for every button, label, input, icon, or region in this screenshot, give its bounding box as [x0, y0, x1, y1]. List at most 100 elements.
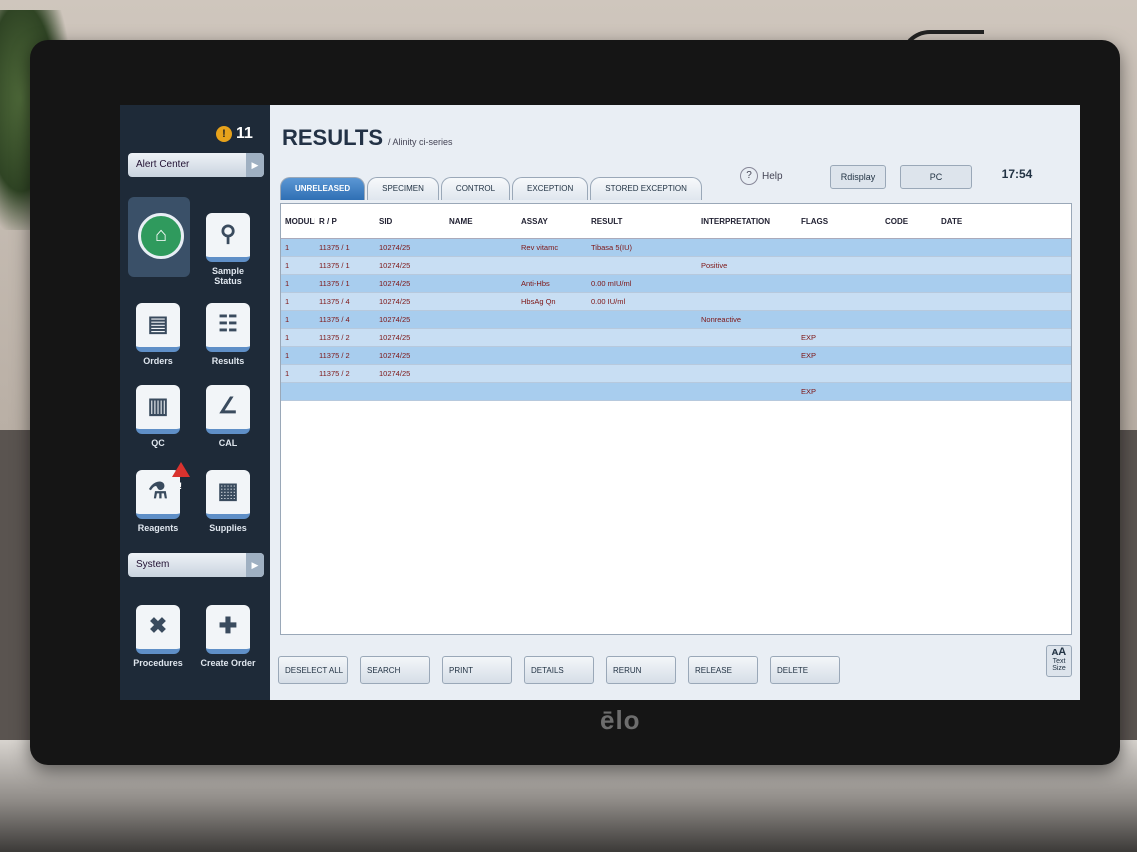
table-cell: 11375 / 2	[319, 351, 350, 360]
tab-bar: UNRELEASED SPECIMEN CONTROL EXCEPTION ST…	[280, 177, 702, 200]
supplies-button[interactable]: ▦ Supplies	[198, 470, 258, 533]
table-cell: 11375 / 2	[319, 369, 350, 378]
home-button[interactable]: ⌂	[128, 197, 190, 277]
column-header[interactable]: RESULT	[587, 217, 697, 226]
cal-button[interactable]: ∠ CAL	[198, 385, 258, 448]
table-cell: EXP	[801, 333, 817, 342]
table-row[interactable]: 1 11375 / 1 10274/25 Positive	[281, 257, 1071, 275]
table-cell: Anti-Hbs	[521, 279, 550, 288]
column-header[interactable]: DATE	[937, 217, 1051, 226]
table-row[interactable]: 1 11375 / 1 10274/25 Anti-Hbs 0.00 mIU/ml	[281, 275, 1071, 293]
help-label: Help	[762, 170, 783, 182]
table-cell: 0.00 mIU/ml	[591, 279, 632, 288]
create-order-button[interactable]: ✚ Create Order	[198, 605, 258, 668]
page-subtitle: / Alinity ci-series	[388, 137, 453, 147]
display-button[interactable]: Rdisplay	[830, 165, 886, 189]
tab-unreleased[interactable]: UNRELEASED	[280, 177, 366, 200]
procedures-button[interactable]: ✖ Procedures	[128, 605, 188, 668]
text-size-icon: ᴀA	[1051, 646, 1067, 658]
alert-indicator[interactable]: ! 11	[216, 125, 253, 143]
column-header[interactable]: ASSAY	[517, 217, 587, 226]
table-cell: 10274/25	[379, 279, 411, 288]
alert-center-button[interactable]: Alert Center ▶	[128, 153, 264, 177]
table-row[interactable]: EXP	[281, 383, 1071, 401]
table-cell: 1	[285, 369, 290, 378]
table-cell: 10274/25	[379, 297, 411, 306]
create-order-label: Create Order	[200, 658, 256, 668]
display-button-label: Rdisplay	[840, 172, 876, 182]
column-header[interactable]: INTERPRETATION	[697, 217, 797, 226]
column-header[interactable]: CODE	[881, 217, 937, 226]
details-button[interactable]: DETAILS	[524, 656, 594, 684]
results-button[interactable]: ☷ Results	[198, 303, 258, 366]
table-row[interactable]: 1 11375 / 4 10274/25 Nonreactive	[281, 311, 1071, 329]
reagents-button[interactable]: ⚗ ! Reagents	[128, 462, 190, 533]
system-label: System	[136, 559, 170, 570]
procedures-label: Procedures	[133, 658, 183, 668]
table-cell: 11375 / 1	[319, 261, 350, 270]
column-header[interactable]: R / P	[315, 217, 375, 226]
table-cell: 10274/25	[379, 315, 411, 324]
rerun-button[interactable]: RERUN	[606, 656, 676, 684]
column-header[interactable]: SID	[375, 217, 445, 226]
column-header[interactable]: NAME	[445, 217, 517, 226]
results-table: MODULE IDR / PSIDNAMEASSAYRESULTINTERPRE…	[280, 203, 1072, 635]
orders-button[interactable]: ▤ Orders	[128, 303, 188, 366]
sample-status-button[interactable]: ⚲ Sample Status	[198, 213, 258, 286]
pc-status-button[interactable]: PC	[900, 165, 972, 189]
supplies-label: Supplies	[209, 523, 247, 533]
table-row[interactable]: 1 11375 / 4 10274/25 HbsAg Qn 0.00 IU/ml	[281, 293, 1071, 311]
tab-stored-exception[interactable]: STORED EXCEPTION	[590, 177, 702, 200]
reagents-label: Reagents	[137, 523, 179, 533]
table-cell: EXP	[801, 351, 817, 360]
tab-control[interactable]: CONTROL	[440, 177, 511, 200]
alert-icon: !	[216, 126, 232, 142]
table-row[interactable]: 1 11375 / 1 10274/25 Rev vitamc Tibasa 5(IU)	[281, 239, 1071, 257]
table-row[interactable]: 1 11375 / 2 10274/25 EXP	[281, 347, 1071, 365]
system-button[interactable]: System ▶	[128, 553, 264, 577]
table-cell: 1	[285, 315, 290, 324]
table-cell: Positive	[701, 261, 728, 270]
table-cell: EXP	[801, 387, 817, 396]
clock-time: 17:54	[1001, 167, 1033, 181]
table-cell: 11375 / 2	[319, 333, 350, 342]
tab-exception[interactable]: EXCEPTION	[512, 177, 589, 200]
monitor-logo: ēlo	[600, 705, 641, 735]
column-header[interactable]: MODULE ID	[281, 217, 315, 226]
screen: ! 11 Alert Center ▶ ⌂ ⚲ Sample Status ▤ …	[120, 105, 1080, 700]
tools-icon: ✖	[136, 605, 180, 654]
results-icon: ☷	[206, 303, 250, 352]
home-icon: ⌂	[138, 213, 184, 259]
chevron-right-icon: ▶	[246, 553, 264, 577]
supplies-icon: ▦	[206, 470, 250, 519]
search-button[interactable]: SEARCH	[360, 656, 430, 684]
table-row[interactable]: 1 11375 / 2 10274/25 EXP	[281, 329, 1071, 347]
table-cell: 1	[285, 243, 290, 252]
text-size-button[interactable]: ᴀA Text Size	[1046, 645, 1072, 677]
release-button[interactable]: RELEASE	[688, 656, 758, 684]
page-title: RESULTS	[282, 125, 384, 150]
chevron-right-icon: ▶	[246, 153, 264, 177]
qc-button[interactable]: ▥ QC	[128, 385, 188, 448]
table-cell: 11375 / 1	[319, 243, 350, 252]
delete-button[interactable]: DELETE	[770, 656, 840, 684]
column-header[interactable]: FLAGS	[797, 217, 881, 226]
table-row[interactable]: 1 11375 / 2 10274/25	[281, 365, 1071, 383]
alert-center-label: Alert Center	[136, 159, 190, 170]
orders-icon: ▤	[136, 303, 180, 352]
tab-specimen[interactable]: SPECIMEN	[367, 177, 439, 200]
sidebar: ! 11 Alert Center ▶ ⌂ ⚲ Sample Status ▤ …	[120, 105, 270, 700]
alert-count: 11	[236, 125, 253, 142]
print-button[interactable]: PRINT	[442, 656, 512, 684]
table-cell: 10274/25	[379, 243, 411, 252]
help-button[interactable]: ? Help	[740, 167, 783, 185]
table-cell: 11375 / 1	[319, 279, 350, 288]
table-cell: 11375 / 4	[319, 315, 350, 324]
table-body: 1 11375 / 1 10274/25 Rev vitamc Tibasa 5(IU)…	[281, 239, 1071, 401]
table-cell: 1	[285, 261, 290, 270]
orders-label: Orders	[143, 356, 173, 366]
pc-status-label: PC	[929, 172, 943, 182]
table-cell: 1	[285, 279, 290, 288]
table-cell: 10274/25	[379, 369, 411, 378]
deselect-all-button[interactable]: DESELECT ALL	[278, 656, 348, 684]
